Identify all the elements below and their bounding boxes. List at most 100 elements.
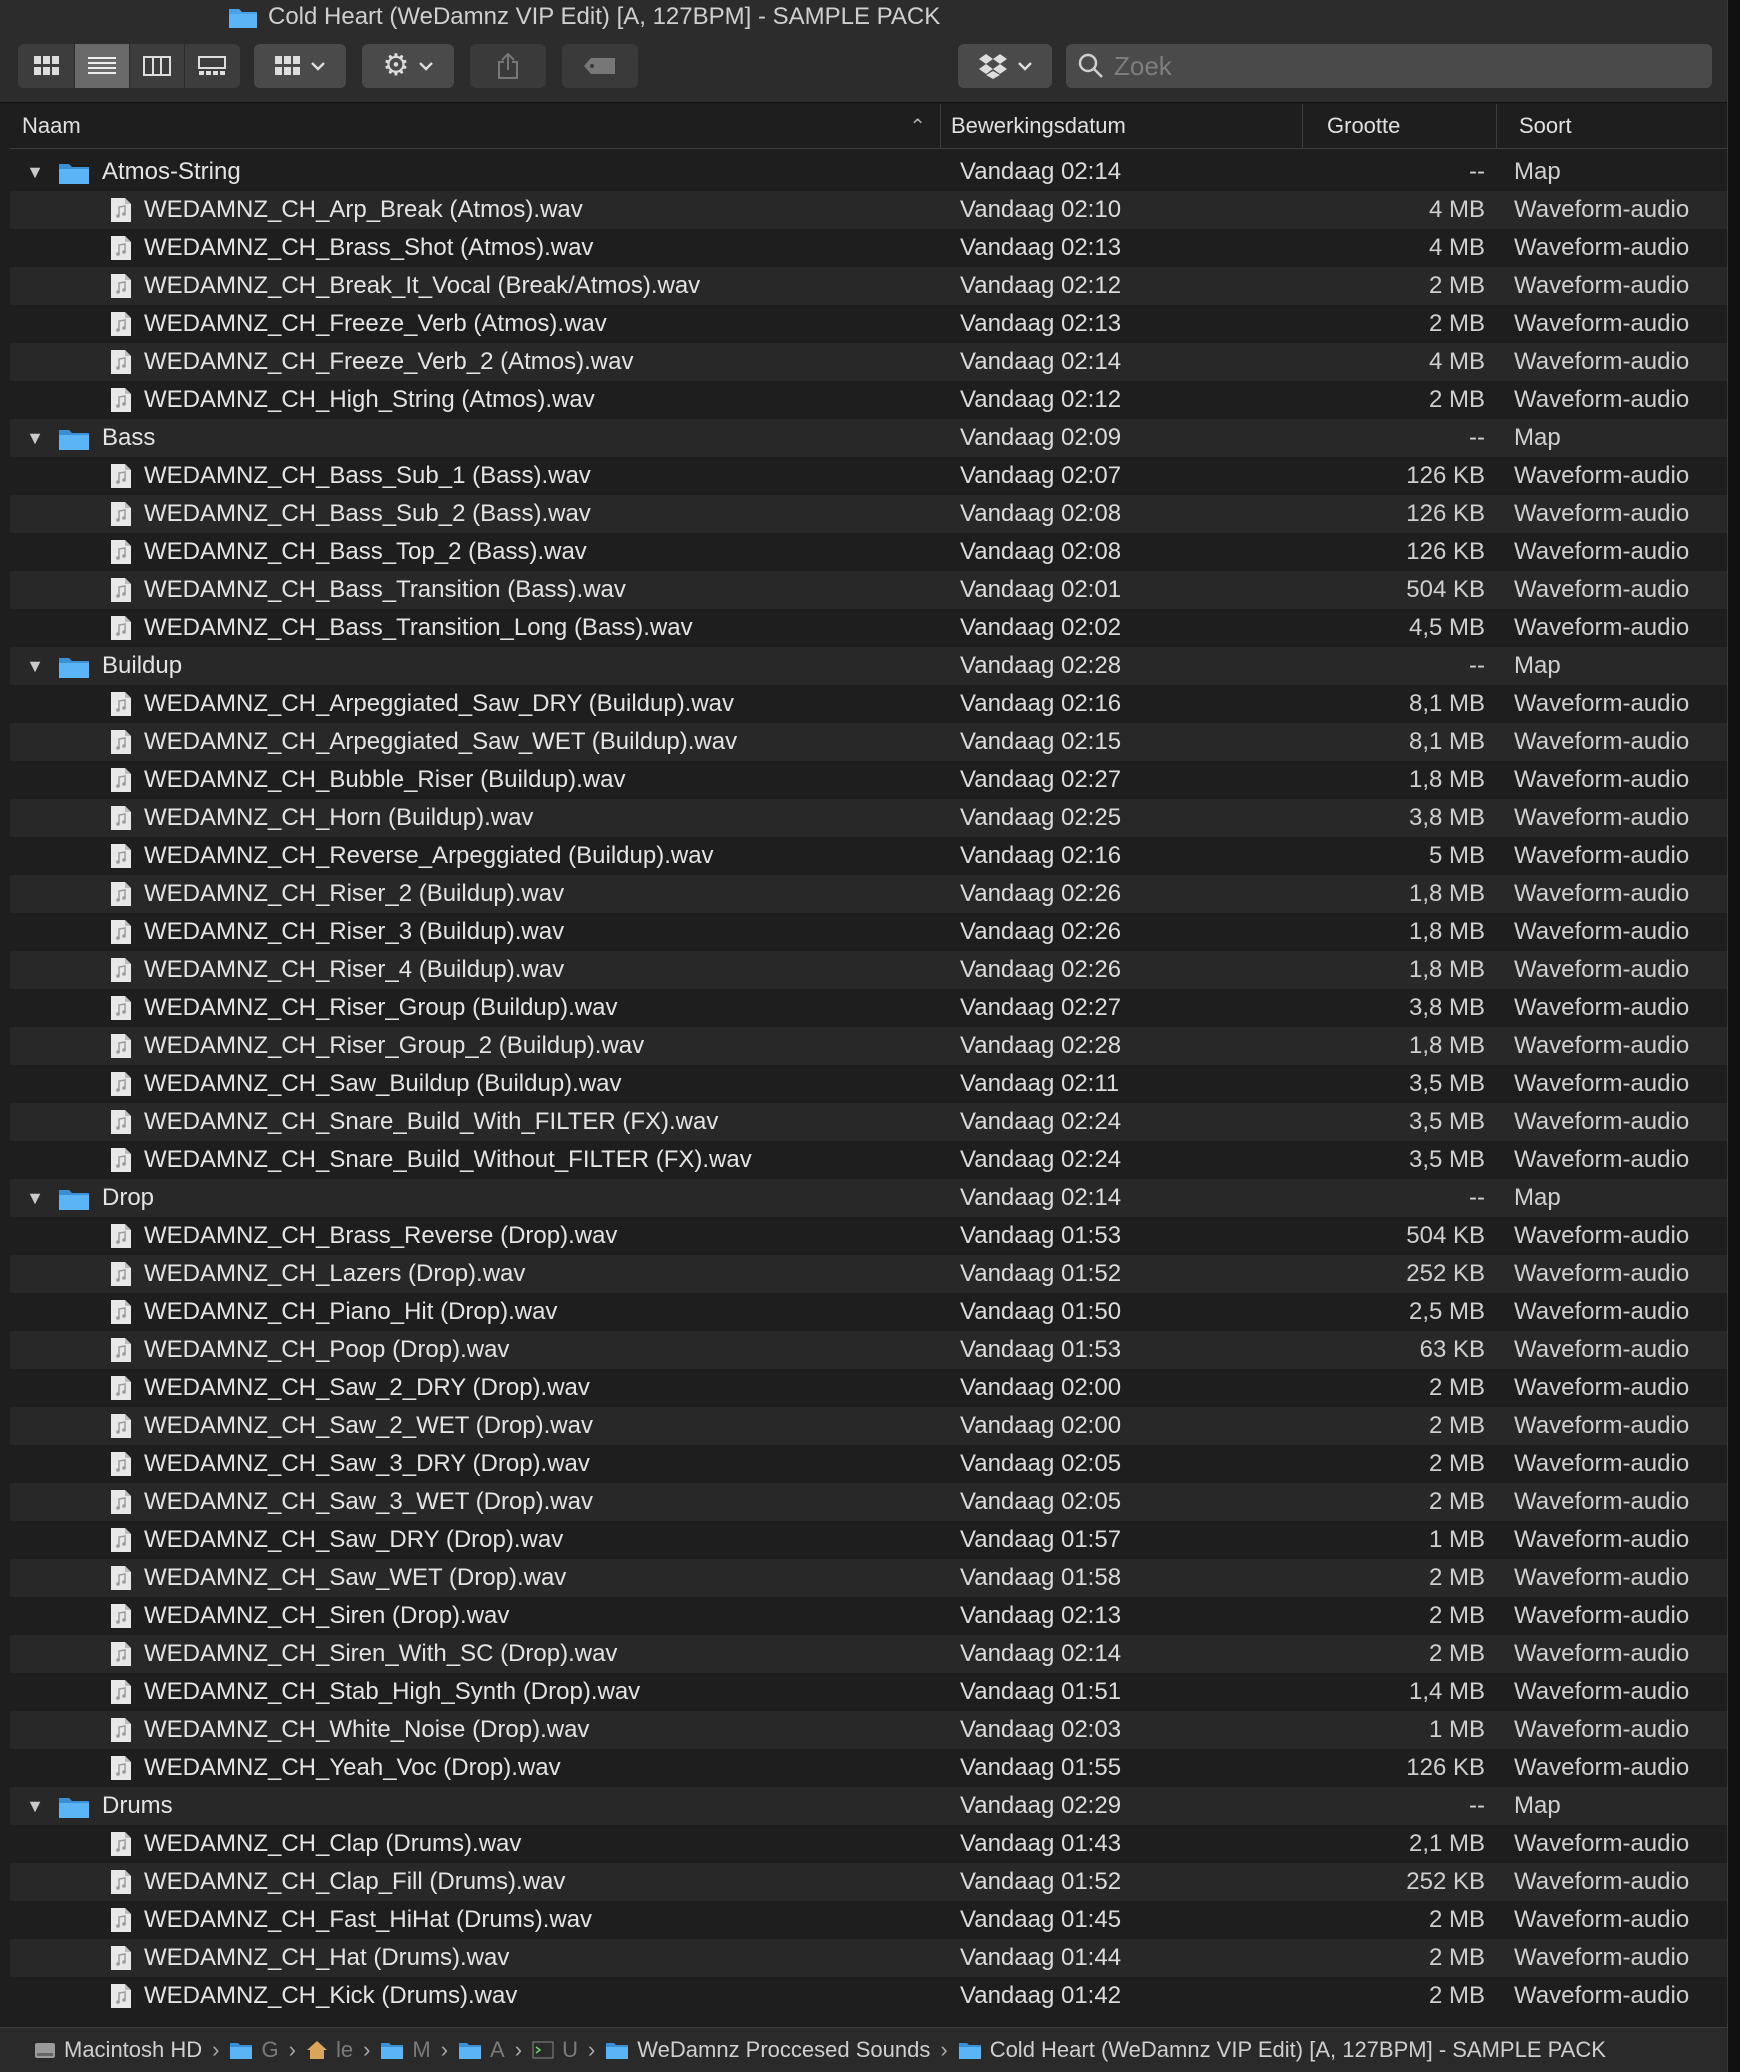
file-row[interactable]: WEDAMNZ_CH_Saw_WET (Drop).wav Vandaag 01:… xyxy=(10,1559,1727,1597)
share-button[interactable] xyxy=(470,44,546,88)
file-row[interactable]: WEDAMNZ_CH_Piano_Hit (Drop).wav Vandaag 0… xyxy=(10,1293,1727,1331)
path-crumb-label: Cold Heart (WeDamnz VIP Edit) [A, 127BPM… xyxy=(989,2037,1606,2062)
search-field[interactable] xyxy=(1066,44,1712,88)
file-row[interactable]: WEDAMNZ_CH_Bass_Transition (Bass).wav Van… xyxy=(10,571,1727,609)
icon-view-button[interactable] xyxy=(20,44,75,88)
disclosure-triangle-icon[interactable]: ▼ xyxy=(22,153,48,191)
file-row[interactable]: WEDAMNZ_CH_Bass_Top_2 (Bass).wav Vandaag … xyxy=(10,533,1727,571)
file-row[interactable]: WEDAMNZ_CH_Clap_Fill (Drums).wav Vandaag … xyxy=(10,1863,1727,1901)
item-date: Vandaag 01:57 xyxy=(960,1526,1122,1553)
item-name: WEDAMNZ_CH_Brass_Shot (Atmos).wav xyxy=(144,234,594,261)
item-name: WEDAMNZ_CH_Saw_DRY (Drop).wav xyxy=(144,1526,564,1553)
path-crumb[interactable]: Macintosh HD xyxy=(34,2037,202,2063)
file-row[interactable]: WEDAMNZ_CH_Saw_DRY (Drop).wav Vandaag 01:… xyxy=(10,1521,1727,1559)
file-row[interactable]: WEDAMNZ_CH_Bass_Transition_Long (Bass).w… xyxy=(10,609,1727,647)
item-name: WEDAMNZ_CH_Fast_HiHat (Drums).wav xyxy=(144,1906,593,1933)
item-kind: Waveform-audio xyxy=(1514,196,1690,223)
file-row[interactable]: WEDAMNZ_CH_Arpeggiated_Saw_WET (Buildup)… xyxy=(10,723,1727,761)
path-crumb[interactable]: WeDamnz Proccesed Sounds xyxy=(605,2037,930,2063)
group-by-button[interactable] xyxy=(254,44,346,88)
file-row[interactable]: WEDAMNZ_CH_Lazers (Drop).wav Vandaag 01:5… xyxy=(10,1255,1727,1293)
search-input[interactable] xyxy=(1112,49,1696,83)
file-row[interactable]: WEDAMNZ_CH_Arp_Break (Atmos).wav Vandaag … xyxy=(10,191,1727,229)
file-row[interactable]: WEDAMNZ_CH_Bubble_Riser (Buildup).wav Van… xyxy=(10,761,1727,799)
file-row[interactable]: WEDAMNZ_CH_Arpeggiated_Saw_DRY (Buildup)… xyxy=(10,685,1727,723)
file-row[interactable]: WEDAMNZ_CH_Hat (Drums).wav Vandaag 01:44 2… xyxy=(10,1939,1727,1977)
file-row[interactable]: WEDAMNZ_CH_Riser_3 (Buildup).wav Vandaag … xyxy=(10,913,1727,951)
file-row[interactable]: WEDAMNZ_CH_Fast_HiHat (Drums).wav Vandaag… xyxy=(10,1901,1727,1939)
folder-row[interactable]: ▼ Atmos-String Vandaag 02:14 -- Map xyxy=(10,153,1727,191)
audio-file-icon xyxy=(110,1451,132,1477)
column-view-button[interactable] xyxy=(130,44,185,88)
file-row[interactable]: WEDAMNZ_CH_Snare_Build_With_FILTER (FX).… xyxy=(10,1103,1727,1141)
file-row[interactable]: WEDAMNZ_CH_Bass_Sub_1 (Bass).wav Vandaag … xyxy=(10,457,1727,495)
disclosure-triangle-icon[interactable]: ▼ xyxy=(22,1787,48,1825)
file-row[interactable]: WEDAMNZ_CH_Horn (Buildup).wav Vandaag 02:… xyxy=(10,799,1727,837)
file-row[interactable]: WEDAMNZ_CH_Reverse_Arpeggiated (Buildup)… xyxy=(10,837,1727,875)
file-row[interactable]: WEDAMNZ_CH_Riser_2 (Buildup).wav Vandaag … xyxy=(10,875,1727,913)
file-row[interactable]: WEDAMNZ_CH_Siren (Drop).wav Vandaag 02:13… xyxy=(10,1597,1727,1635)
path-crumb[interactable]: A xyxy=(458,2037,505,2063)
file-row[interactable]: WEDAMNZ_CH_Stab_High_Synth (Drop).wav Van… xyxy=(10,1673,1727,1711)
column-header-size[interactable]: Grootte xyxy=(1302,104,1496,148)
audio-file-icon xyxy=(110,463,132,489)
column-header-date[interactable]: Bewerkingsdatum xyxy=(940,104,1302,148)
item-kind: Waveform-audio xyxy=(1514,804,1690,831)
file-row[interactable]: WEDAMNZ_CH_Yeah_Voc (Drop).wav Vandaag 01… xyxy=(10,1749,1727,1787)
path-crumb[interactable]: M xyxy=(380,2037,431,2063)
file-row[interactable]: WEDAMNZ_CH_White_Noise (Drop).wav Vandaag… xyxy=(10,1711,1727,1749)
dropbox-button[interactable] xyxy=(958,44,1052,88)
file-row[interactable]: WEDAMNZ_CH_Saw_3_WET (Drop).wav Vandaag 0… xyxy=(10,1483,1727,1521)
disclosure-triangle-icon[interactable]: ▼ xyxy=(22,647,48,685)
path-crumb[interactable]: Cold Heart (WeDamnz VIP Edit) [A, 127BPM… xyxy=(958,2037,1606,2063)
file-row[interactable]: WEDAMNZ_CH_Saw_3_DRY (Drop).wav Vandaag 0… xyxy=(10,1445,1727,1483)
tags-button[interactable] xyxy=(562,44,638,88)
file-row[interactable]: WEDAMNZ_CH_Bass_Sub_2 (Bass).wav Vandaag … xyxy=(10,495,1727,533)
item-date: Vandaag 01:53 xyxy=(960,1222,1122,1249)
file-row[interactable]: WEDAMNZ_CH_Clap (Drums).wav Vandaag 01:43… xyxy=(10,1825,1727,1863)
path-separator-chevron-icon: › xyxy=(440,2037,449,2062)
folder-row[interactable]: ▼ Buildup Vandaag 02:28 -- Map xyxy=(10,647,1727,685)
file-row[interactable]: WEDAMNZ_CH_Freeze_Verb_2 (Atmos).wav Vand… xyxy=(10,343,1727,381)
item-date: Vandaag 02:15 xyxy=(960,728,1122,755)
item-name: WEDAMNZ_CH_Stab_High_Synth (Drop).wav xyxy=(144,1678,641,1705)
file-row[interactable]: WEDAMNZ_CH_Siren_With_SC (Drop).wav Vanda… xyxy=(10,1635,1727,1673)
path-crumb[interactable]: U xyxy=(532,2037,578,2063)
disclosure-triangle-icon[interactable]: ▼ xyxy=(22,419,48,457)
folder-row[interactable]: ▼ Bass Vandaag 02:09 -- Map xyxy=(10,419,1727,457)
file-row[interactable]: WEDAMNZ_CH_Riser_Group (Buildup).wav Vand… xyxy=(10,989,1727,1027)
folder-row[interactable]: ▼ Drums Vandaag 02:29 -- Map xyxy=(10,1787,1727,1825)
path-crumb[interactable]: G xyxy=(229,2037,279,2063)
file-row[interactable]: WEDAMNZ_CH_Freeze_Verb (Atmos).wav Vandaa… xyxy=(10,305,1727,343)
audio-file-icon xyxy=(110,767,132,793)
audio-file-icon xyxy=(110,1527,132,1553)
item-size: 2,5 MB xyxy=(1408,1298,1485,1325)
file-row[interactable]: WEDAMNZ_CH_Break_It_Vocal (Break/Atmos).… xyxy=(10,267,1727,305)
folder-row[interactable]: ▼ Drop Vandaag 02:14 -- Map xyxy=(10,1179,1727,1217)
file-row[interactable]: WEDAMNZ_CH_Saw_2_WET (Drop).wav Vandaag 0… xyxy=(10,1407,1727,1445)
item-name: WEDAMNZ_CH_Clap_Fill (Drums).wav xyxy=(144,1868,566,1895)
file-row[interactable]: WEDAMNZ_CH_Snare_Build_Without_FILTER (F… xyxy=(10,1141,1727,1179)
list-view-button[interactable] xyxy=(74,44,130,88)
file-row[interactable]: WEDAMNZ_CH_Brass_Reverse (Drop).wav Vanda… xyxy=(10,1217,1727,1255)
file-row[interactable]: WEDAMNZ_CH_Riser_4 (Buildup).wav Vandaag … xyxy=(10,951,1727,989)
file-row[interactable]: WEDAMNZ_CH_Brass_Shot (Atmos).wav Vandaag… xyxy=(10,229,1727,267)
item-size: 1,8 MB xyxy=(1408,918,1485,945)
column-header-kind[interactable]: Soort xyxy=(1496,104,1727,148)
file-row[interactable]: WEDAMNZ_CH_Kick (Drums).wav Vandaag 01:42… xyxy=(10,1977,1727,2015)
disclosure-triangle-icon[interactable]: ▼ xyxy=(22,1179,48,1217)
file-row[interactable]: WEDAMNZ_CH_Saw_Buildup (Buildup).wav Vand… xyxy=(10,1065,1727,1103)
column-header-name[interactable]: Naam ⌃ xyxy=(10,104,940,148)
action-menu-button[interactable]: ⚙ xyxy=(362,44,454,88)
item-kind: Waveform-audio xyxy=(1514,918,1690,945)
file-row[interactable]: WEDAMNZ_CH_Riser_Group_2 (Buildup).wav Va… xyxy=(10,1027,1727,1065)
audio-file-icon xyxy=(110,691,132,717)
file-row[interactable]: WEDAMNZ_CH_High_String (Atmos).wav Vandaa… xyxy=(10,381,1727,419)
path-crumb[interactable]: le xyxy=(306,2037,353,2063)
file-row[interactable]: WEDAMNZ_CH_Saw_2_DRY (Drop).wav Vandaag 0… xyxy=(10,1369,1727,1407)
gallery-view-button[interactable] xyxy=(185,44,239,88)
file-row[interactable]: WEDAMNZ_CH_Poop (Drop).wav Vandaag 01:53 6… xyxy=(10,1331,1727,1369)
item-kind: Waveform-audio xyxy=(1514,348,1690,375)
path-separator-chevron-icon: › xyxy=(587,2037,596,2062)
item-size: 2 MB xyxy=(1428,1374,1485,1401)
